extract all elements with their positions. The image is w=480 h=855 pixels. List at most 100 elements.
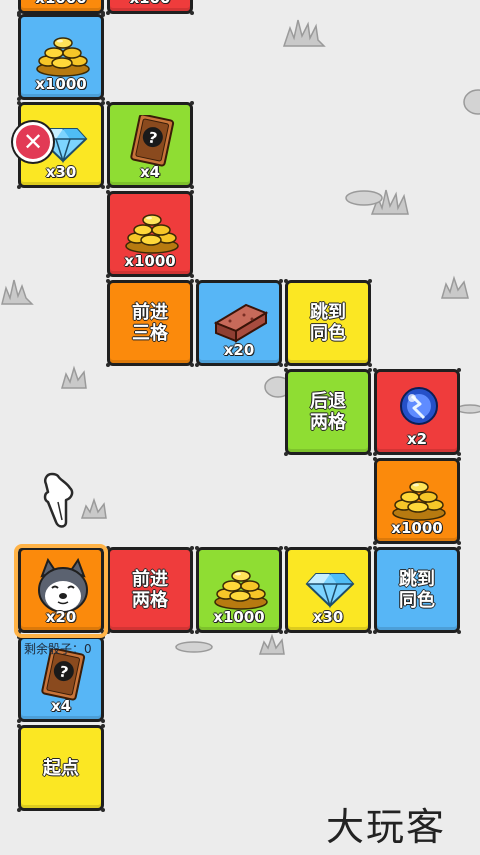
nail-decoration: [106, 185, 110, 189]
tile-quantity: x1000: [124, 252, 176, 270]
tile-coins-1000-c: x1000: [373, 457, 461, 545]
nail-decoration: [101, 724, 105, 728]
nail-decoration: [279, 630, 283, 634]
nail-decoration: [190, 190, 194, 194]
tile-brick-20: x20: [195, 279, 283, 367]
diamond-icon: [301, 560, 359, 612]
tile-label: 起点: [43, 757, 80, 779]
tile-top-orange: x1000: [17, 0, 105, 15]
rock-icon: [463, 89, 480, 115]
nail-decoration: [373, 457, 377, 461]
nail-decoration: [457, 452, 461, 456]
nail-decoration: [284, 630, 288, 634]
nail-decoration: [190, 279, 194, 283]
tile-forward-3: 前进 三格: [106, 279, 194, 367]
close-button[interactable]: ✕: [13, 122, 53, 162]
tile-coins-1000-a: x1000: [17, 13, 105, 101]
nail-decoration: [284, 363, 288, 367]
tile-label: 跳到 同色: [399, 569, 436, 612]
tile-card-4-a: ? x4: [106, 101, 194, 189]
remaining-dice-label: 剩余骰子：0: [24, 642, 92, 656]
close-icon: ✕: [22, 128, 44, 156]
nail-decoration: [373, 541, 377, 545]
nail-decoration: [190, 11, 194, 15]
nail-decoration: [190, 274, 194, 278]
grass-tuft-icon: [258, 634, 285, 655]
nail-decoration: [101, 185, 105, 189]
brick-icon: [212, 293, 270, 345]
tile-forward-2: 前进 两格: [106, 546, 194, 634]
tile-quantity: x2: [406, 430, 428, 448]
tile-quantity: x1000: [35, 75, 87, 93]
nail-decoration: [373, 546, 377, 550]
tile-label: 前进 三格: [132, 302, 169, 345]
tile-quantity: x30: [312, 608, 344, 626]
tile-quantity: x4: [50, 697, 72, 715]
nail-decoration: [106, 101, 110, 105]
nail-decoration: [106, 279, 110, 283]
gold-coins-icon: [390, 471, 448, 523]
nail-decoration: [17, 13, 21, 17]
nail-decoration: [190, 546, 194, 550]
nail-decoration: [457, 630, 461, 634]
nail-decoration: [190, 630, 194, 634]
grass-tuft-icon: [61, 365, 87, 389]
nail-decoration: [17, 808, 21, 812]
pointing-hand-icon: [43, 472, 74, 528]
nail-decoration: [368, 279, 372, 283]
nail-decoration: [279, 279, 283, 283]
tile-quantity: x100: [110, 0, 190, 7]
nail-decoration: [190, 363, 194, 367]
nail-decoration: [457, 546, 461, 550]
tile-quantity: x30: [45, 163, 77, 181]
nail-decoration: [368, 546, 372, 550]
nail-decoration: [106, 190, 110, 194]
nail-decoration: [373, 452, 377, 456]
nail-decoration: [106, 363, 110, 367]
tile-label: 跳到 同色: [310, 302, 347, 345]
nail-decoration: [106, 274, 110, 278]
gold-coins-icon: [212, 560, 270, 612]
gold-coins-icon: [123, 204, 181, 256]
grass-tuft-icon: [1, 279, 34, 305]
nail-decoration: [17, 724, 21, 728]
nail-decoration: [368, 452, 372, 456]
tile-start: 起点: [17, 724, 105, 812]
rock-icon: [345, 190, 383, 206]
nail-decoration: [101, 13, 105, 17]
tile-quantity: x20: [223, 341, 255, 359]
tile-quantity: x4: [139, 163, 161, 181]
grass-tuft-icon: [441, 275, 469, 299]
nail-decoration: [284, 546, 288, 550]
nail-decoration: [195, 546, 199, 550]
nail-decoration: [195, 630, 199, 634]
gold-coins-icon: [34, 27, 92, 79]
nail-decoration: [101, 101, 105, 105]
nail-decoration: [17, 719, 21, 723]
rock-icon: [175, 641, 213, 653]
nail-decoration: [284, 452, 288, 456]
tile-jump-same-b: 跳到 同色: [373, 546, 461, 634]
tile-label: 前进 两格: [132, 569, 169, 612]
nail-decoration: [457, 368, 461, 372]
tile-coins-1000-d: x1000: [195, 546, 283, 634]
nail-decoration: [101, 808, 105, 812]
tile-back-2: 后退 两格: [284, 368, 372, 456]
nail-decoration: [106, 11, 110, 15]
nail-decoration: [195, 363, 199, 367]
current-position-highlight: [14, 544, 108, 638]
nail-decoration: [368, 368, 372, 372]
nail-decoration: [284, 368, 288, 372]
energy-orb-icon: [390, 382, 448, 434]
nail-decoration: [190, 185, 194, 189]
nail-decoration: [457, 541, 461, 545]
tile-quantity: x1000: [391, 519, 443, 537]
tile-top-red: x100: [106, 0, 194, 15]
nail-decoration: [17, 101, 21, 105]
tile-quantity: x1000: [213, 608, 265, 626]
nail-decoration: [195, 279, 199, 283]
tile-label: 后退 两格: [310, 391, 347, 434]
nail-decoration: [279, 363, 283, 367]
nail-decoration: [284, 279, 288, 283]
nail-decoration: [373, 368, 377, 372]
